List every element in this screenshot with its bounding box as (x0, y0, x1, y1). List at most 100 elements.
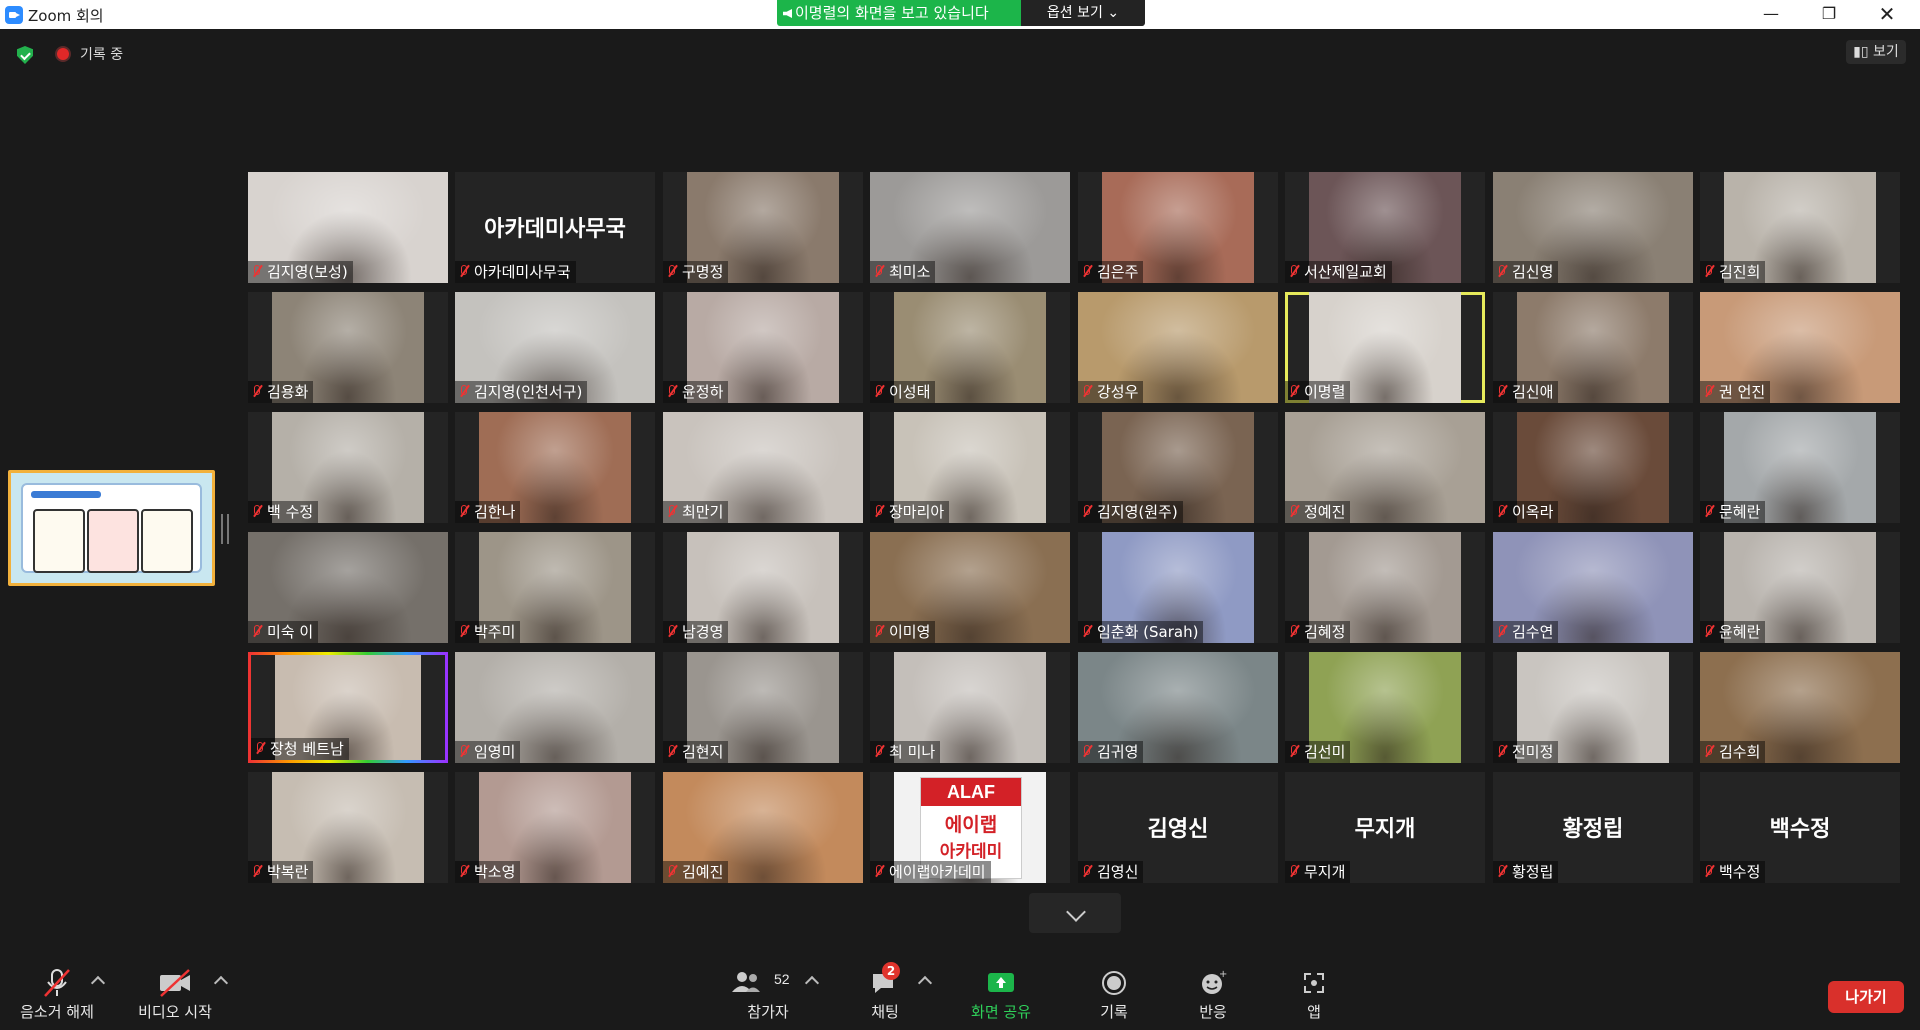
participant-tile[interactable]: 서산제일교회 (1285, 172, 1485, 283)
participant-tile[interactable]: 남경영 (663, 532, 863, 643)
participant-tile[interactable]: 김혜정 (1285, 532, 1485, 643)
participant-tile[interactable]: 김예진 (663, 772, 863, 883)
participant-tile[interactable]: 권 언진 (1700, 292, 1900, 403)
participant-tile[interactable]: 정예진 (1285, 412, 1485, 523)
chat-badge: 2 (882, 962, 900, 980)
participants-button[interactable]: 52 참가자 (720, 968, 816, 1022)
record-button[interactable]: 기록 (1092, 968, 1136, 1022)
smiley-icon: + (1190, 968, 1236, 998)
participant-tile[interactable]: 김수희 (1700, 652, 1900, 763)
participant-display-name: 무지개 (1354, 817, 1416, 842)
participant-tile[interactable]: 강성우 (1078, 292, 1278, 403)
participant-name: 남경영 (682, 623, 724, 641)
start-video-button[interactable]: 비디오 시작 (132, 968, 218, 1022)
participant-tile[interactable]: 이명렬 (1285, 292, 1485, 403)
participant-name-label: 서산제일교회 (1285, 261, 1392, 283)
participant-tile[interactable]: 이성태 (870, 292, 1070, 403)
participant-tile[interactable]: 김지영(보성) (248, 172, 448, 283)
participant-name: 정예진 (1304, 503, 1346, 521)
mic-muted-icon (1497, 265, 1507, 279)
chat-options-caret[interactable] (917, 975, 933, 991)
participant-tile[interactable]: 백 수정 (248, 412, 448, 523)
participant-tile[interactable]: 구명정 (663, 172, 863, 283)
participant-tile[interactable]: 문혜란 (1700, 412, 1900, 523)
participant-tile[interactable]: 백수정 백수정 (1700, 772, 1900, 883)
participant-name: 에이랩아카데미 (889, 863, 986, 881)
reactions-button[interactable]: + 반응 (1190, 968, 1236, 1022)
security-shield-icon[interactable] (17, 46, 33, 64)
participant-name-label: 이명렬 (1285, 381, 1351, 403)
participant-tile[interactable]: 장마리아 (870, 412, 1070, 523)
mic-muted-icon (1704, 625, 1714, 639)
participant-name: 문혜란 (1719, 503, 1761, 521)
participant-tile[interactable]: 김영신 김영신 (1078, 772, 1278, 883)
participant-name-label: 장마리아 (870, 501, 950, 523)
participant-name-label: 장청 베트남 (251, 738, 349, 760)
participant-tile[interactable]: 윤혜란 (1700, 532, 1900, 643)
participant-tile[interactable]: 김한나 (455, 412, 655, 523)
participant-tile[interactable]: 김신영 (1493, 172, 1693, 283)
participant-tile[interactable]: 김지영(원주) (1078, 412, 1278, 523)
participant-tile[interactable]: 최미소 (870, 172, 1070, 283)
participant-tile[interactable]: 김현지 (663, 652, 863, 763)
participant-name-label: 김신영 (1493, 261, 1559, 283)
view-options-button[interactable]: 옵션 보기 ⌄ (1021, 0, 1145, 26)
participant-name: 이옥라 (1512, 503, 1554, 521)
participant-name-label: 임춘화 (Sarah) (1078, 621, 1204, 643)
participant-display-name: 백수정 (1769, 817, 1831, 842)
minimize-button[interactable]: — (1748, 0, 1794, 29)
shared-screen-thumbnail[interactable] (8, 470, 215, 586)
view-options-label: 옵션 보기 (1046, 5, 1103, 21)
participant-tile[interactable]: 김귀영 (1078, 652, 1278, 763)
participant-tile[interactable]: ALAF 에이랩 아카데미 에이랩아카데미 (870, 772, 1070, 883)
participant-tile[interactable]: 박복란 (248, 772, 448, 883)
participant-tile[interactable]: 김지영(인천서구) (455, 292, 655, 403)
participant-name-label: 황정립 (1493, 861, 1559, 883)
participant-tile[interactable]: 최만기 (663, 412, 863, 523)
participant-tile[interactable]: 김선미 (1285, 652, 1485, 763)
close-button[interactable]: ✕ (1864, 0, 1910, 29)
participant-tile[interactable]: 윤정하 (663, 292, 863, 403)
participant-name: 백 수정 (267, 503, 314, 521)
participant-tile[interactable]: 전미정 (1493, 652, 1693, 763)
participant-tile[interactable]: 임춘화 (Sarah) (1078, 532, 1278, 643)
share-screen-button[interactable]: 화면 공유 (960, 968, 1042, 1022)
apps-icon (1294, 968, 1334, 998)
mic-muted-icon (1704, 265, 1714, 279)
participant-tile[interactable]: 김진희 (1700, 172, 1900, 283)
participant-tile[interactable]: 김용화 (248, 292, 448, 403)
leave-button[interactable]: 나가기 (1828, 981, 1904, 1013)
participant-name-label: 김지영(원주) (1078, 501, 1183, 523)
participant-tile[interactable]: 이미영 (870, 532, 1070, 643)
participant-tile[interactable]: 박소영 (455, 772, 655, 883)
participant-name: 김신영 (1512, 263, 1554, 281)
participant-tile[interactable]: 장청 베트남 (248, 652, 448, 763)
mic-muted-icon (667, 745, 677, 759)
participant-name-label: 에이랩아카데미 (870, 861, 991, 883)
restore-button[interactable]: ❐ (1806, 0, 1852, 29)
apps-button[interactable]: 앱 (1294, 968, 1334, 1022)
participant-tile[interactable]: 임영미 (455, 652, 655, 763)
participant-tile[interactable]: 이옥라 (1493, 412, 1693, 523)
show-more-button[interactable] (1029, 893, 1121, 933)
unmute-button[interactable]: 음소거 해제 (14, 968, 100, 1022)
participant-name: 김용화 (267, 383, 309, 401)
slide-card-icon (87, 509, 139, 573)
panel-splitter-handle[interactable] (221, 514, 229, 544)
participant-tile[interactable]: 김은주 (1078, 172, 1278, 283)
participant-tile[interactable]: 박주미 (455, 532, 655, 643)
participant-name-label: 미숙 이 (248, 621, 319, 643)
chat-button[interactable]: 2 채팅 (862, 962, 908, 1022)
mic-muted-icon (874, 505, 884, 519)
participant-tile[interactable]: 최 미나 (870, 652, 1070, 763)
participant-tile[interactable]: 김신애 (1493, 292, 1693, 403)
participant-tile[interactable]: 황정립 황정립 (1493, 772, 1693, 883)
view-button[interactable]: ▮▯ 보기 (1846, 40, 1906, 64)
participant-tile[interactable]: 아카데미사무국 아카데미사무국 (455, 172, 655, 283)
participant-name-label: 구명정 (663, 261, 729, 283)
participant-tile[interactable]: 무지개 무지개 (1285, 772, 1485, 883)
participant-name-label: 김예진 (663, 861, 729, 883)
participant-tile[interactable]: 미숙 이 (248, 532, 448, 643)
participant-name: 김선미 (1304, 743, 1346, 761)
participant-tile[interactable]: 김수연 (1493, 532, 1693, 643)
